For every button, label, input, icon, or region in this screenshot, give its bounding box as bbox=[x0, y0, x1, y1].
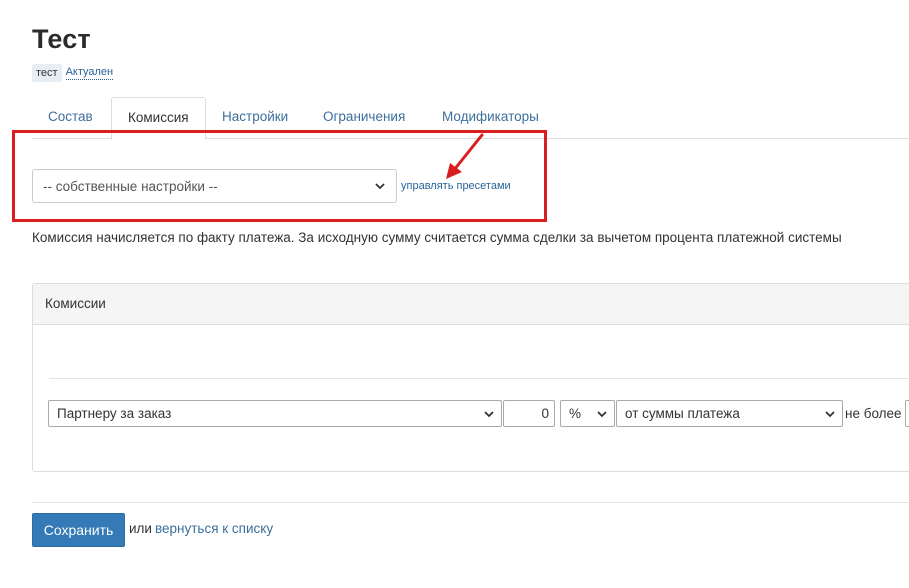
unit-select[interactable]: % bbox=[560, 400, 615, 427]
arrow-annotation-icon bbox=[446, 133, 484, 179]
commissions-panel-title: Комиссии bbox=[33, 284, 909, 325]
page-title: Тест bbox=[32, 24, 91, 54]
commission-description: Комиссия начисляется по факту платежа. З… bbox=[32, 230, 842, 245]
tag-row: тест Актуален bbox=[32, 64, 114, 82]
limit-label: не более bbox=[845, 406, 902, 421]
back-to-list-link[interactable]: вернуться к списку bbox=[155, 521, 273, 536]
chevron-down-icon bbox=[375, 183, 385, 190]
amount-input[interactable]: 0 bbox=[503, 400, 555, 427]
base-select-value: от суммы платежа bbox=[625, 406, 740, 421]
limit-input[interactable] bbox=[905, 400, 909, 427]
base-select[interactable]: от суммы платежа bbox=[616, 400, 843, 427]
divider bbox=[49, 378, 909, 379]
unit-select-value: % bbox=[569, 406, 582, 421]
divider bbox=[32, 502, 909, 503]
preset-select[interactable]: -- собственные настройки -- bbox=[32, 169, 397, 203]
chevron-down-icon bbox=[825, 410, 835, 417]
or-text: или bbox=[129, 521, 152, 536]
commissions-panel: Комиссии Партнеру за заказ 0 % от суммы … bbox=[32, 283, 909, 472]
preset-select-value: -- собственные настройки -- bbox=[43, 178, 218, 194]
chevron-down-icon bbox=[484, 410, 494, 417]
chevron-down-icon bbox=[597, 410, 607, 417]
recipient-select[interactable]: Партнеру за заказ bbox=[48, 400, 502, 427]
manage-presets-link[interactable]: управлять пресетами bbox=[401, 180, 511, 192]
tag-badge[interactable]: тест bbox=[32, 64, 62, 82]
save-button[interactable]: Сохранить bbox=[32, 513, 125, 547]
status-link[interactable]: Актуален bbox=[65, 66, 114, 80]
recipient-select-value: Партнеру за заказ bbox=[57, 406, 172, 421]
